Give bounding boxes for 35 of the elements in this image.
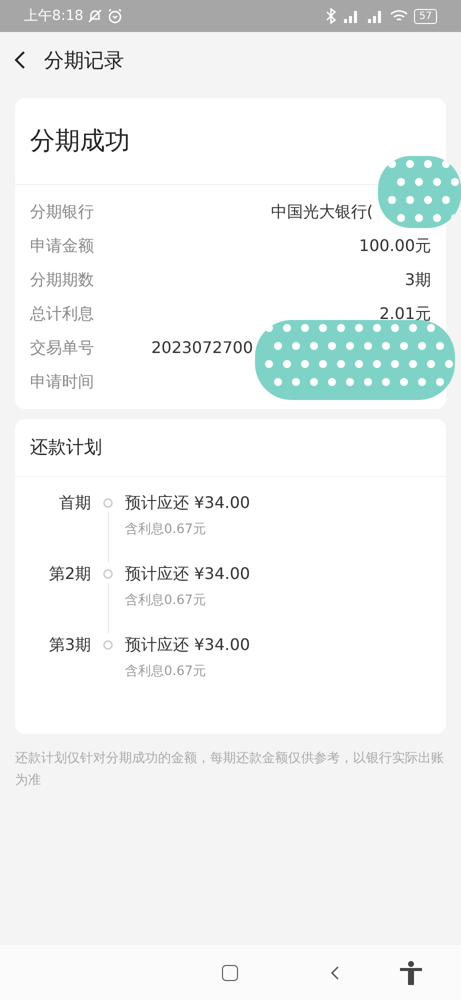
alarm-icon (107, 8, 124, 24)
period-label: 第2期 (48, 563, 91, 585)
interest-note: 含利息0.67元 (125, 521, 207, 539)
footnote: 还款计划仅针对分期成功的金额，每期还款金额仅供参考，以银行实际出账为准 (14, 750, 445, 790)
battery-indicator: 57 (414, 8, 437, 24)
timeline-dot (103, 498, 113, 508)
installment-amount: 预计应还 ¥34.00 (125, 634, 250, 656)
bluetooth-icon (326, 8, 336, 24)
timeline-dot (103, 569, 113, 579)
field-value: 3期 (404, 269, 431, 291)
field-label: 交易单号 (30, 337, 94, 359)
result-title: 分期成功 (30, 125, 130, 158)
field-value: 中国光大银行( (270, 201, 373, 223)
field-label: 分期银行 (30, 201, 94, 223)
status-time: 上午8:18 (24, 6, 84, 26)
field-label: 总计利息 (30, 303, 94, 325)
installment-amount: 预计应还 ¥34.00 (125, 492, 250, 514)
bell-off-icon (87, 8, 104, 24)
plan-title: 还款计划 (30, 436, 102, 460)
timeline-dot (103, 640, 113, 650)
field-value: 2023072700 (151, 337, 253, 359)
wifi-icon (390, 9, 408, 23)
page-title: 分期记录 (44, 47, 124, 74)
field-value: 2.01元 (379, 303, 431, 325)
field-label: 申请时间 (30, 371, 94, 393)
period-label: 首期 (58, 492, 91, 514)
field-label: 申请金额 (30, 235, 94, 257)
period-label: 第3期 (48, 634, 91, 656)
home-button[interactable] (222, 964, 238, 980)
field-value: 100.00元 (359, 235, 431, 257)
installment-amount: 预计应还 ¥34.00 (125, 563, 250, 585)
interest-note: 含利息0.67元 (125, 592, 207, 610)
accessibility-icon[interactable] (398, 960, 424, 986)
field-label: 分期期数 (30, 269, 94, 291)
interest-note: 含利息0.67元 (125, 663, 207, 681)
